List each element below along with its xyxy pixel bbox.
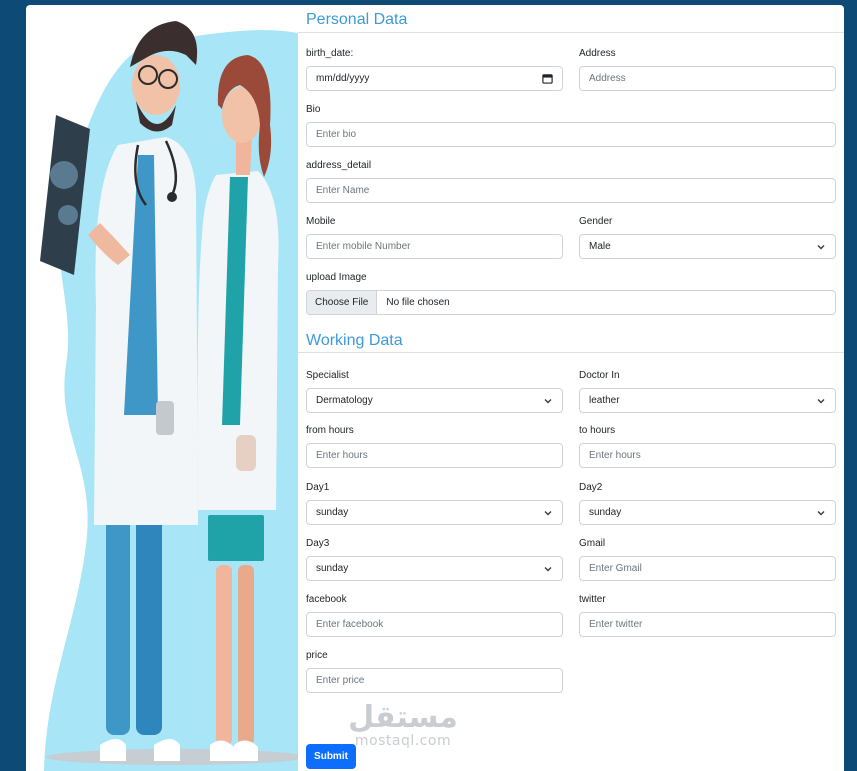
specialist-value: Dermatology xyxy=(316,395,373,406)
chevron-down-icon xyxy=(817,244,825,249)
day3-value: sunday xyxy=(316,563,349,574)
facebook-label: facebook xyxy=(306,594,347,605)
doctor-in-label: Doctor In xyxy=(579,370,620,381)
calendar-icon[interactable] xyxy=(542,73,553,84)
doctor-in-value: leather xyxy=(589,395,620,406)
specialist-select[interactable]: Dermatology xyxy=(306,388,563,413)
gender-value: Male xyxy=(589,241,611,252)
watermark: مستقل mostaql.com xyxy=(348,700,458,749)
address-detail-input[interactable] xyxy=(306,178,836,203)
birth-date-input[interactable]: mm/dd/yyyy xyxy=(306,66,563,91)
watermark-arabic: مستقل xyxy=(348,700,458,735)
day3-label: Day3 xyxy=(306,538,330,549)
day1-label: Day1 xyxy=(306,482,330,493)
day2-label: Day2 xyxy=(579,482,603,493)
doctors-illustration xyxy=(40,21,298,771)
gender-label: Gender xyxy=(579,216,613,227)
gmail-label: Gmail xyxy=(579,538,606,549)
bio-input[interactable] xyxy=(306,122,836,147)
gmail-input[interactable] xyxy=(579,556,836,581)
twitter-input[interactable] xyxy=(579,612,836,637)
price-input[interactable] xyxy=(306,668,563,693)
day3-select[interactable]: sunday xyxy=(306,556,563,581)
doctor-form: Personal Data birth_date: mm/dd/yyyy Add… xyxy=(298,5,844,771)
upload-image-label: upload Image xyxy=(306,272,367,283)
to-hours-label: to hours xyxy=(579,425,616,436)
facebook-input[interactable] xyxy=(306,612,563,637)
watermark-latin: mostaql.com xyxy=(354,733,452,749)
specialist-label: Specialist xyxy=(306,370,349,381)
birth-date-label: birth_date: xyxy=(306,48,354,59)
personal-divider xyxy=(298,32,844,33)
address-label: Address xyxy=(579,48,616,59)
working-divider xyxy=(298,352,844,353)
gender-select[interactable]: Male xyxy=(579,234,836,259)
choose-file-button[interactable]: Choose File xyxy=(307,291,378,314)
upload-image-input[interactable]: Choose File No file chosen xyxy=(306,290,836,315)
registration-card: Personal Data birth_date: mm/dd/yyyy Add… xyxy=(26,5,844,771)
address-input[interactable] xyxy=(579,66,836,91)
mobile-input[interactable] xyxy=(306,234,563,259)
twitter-label: twitter xyxy=(579,594,606,605)
chevron-down-icon xyxy=(544,510,552,515)
personal-data-title: Personal Data xyxy=(306,11,408,28)
chevron-down-icon xyxy=(544,398,552,403)
birth-date-value: mm/dd/yyyy xyxy=(316,73,370,84)
file-status: No file chosen xyxy=(386,297,450,308)
price-label: price xyxy=(306,650,328,661)
from-hours-input[interactable] xyxy=(306,443,563,468)
mobile-label: Mobile xyxy=(306,216,336,227)
from-hours-label: from hours xyxy=(306,425,354,436)
day2-select[interactable]: sunday xyxy=(579,500,836,525)
chevron-down-icon xyxy=(817,510,825,515)
day2-value: sunday xyxy=(589,507,622,518)
day1-value: sunday xyxy=(316,507,349,518)
address-detail-label: address_detail xyxy=(306,160,372,171)
doctor-in-select[interactable]: leather xyxy=(579,388,836,413)
day1-select[interactable]: sunday xyxy=(306,500,563,525)
chevron-down-icon xyxy=(544,566,552,571)
to-hours-input[interactable] xyxy=(579,443,836,468)
working-data-title: Working Data xyxy=(306,332,403,349)
chevron-down-icon xyxy=(817,398,825,403)
bio-label: Bio xyxy=(306,104,321,115)
